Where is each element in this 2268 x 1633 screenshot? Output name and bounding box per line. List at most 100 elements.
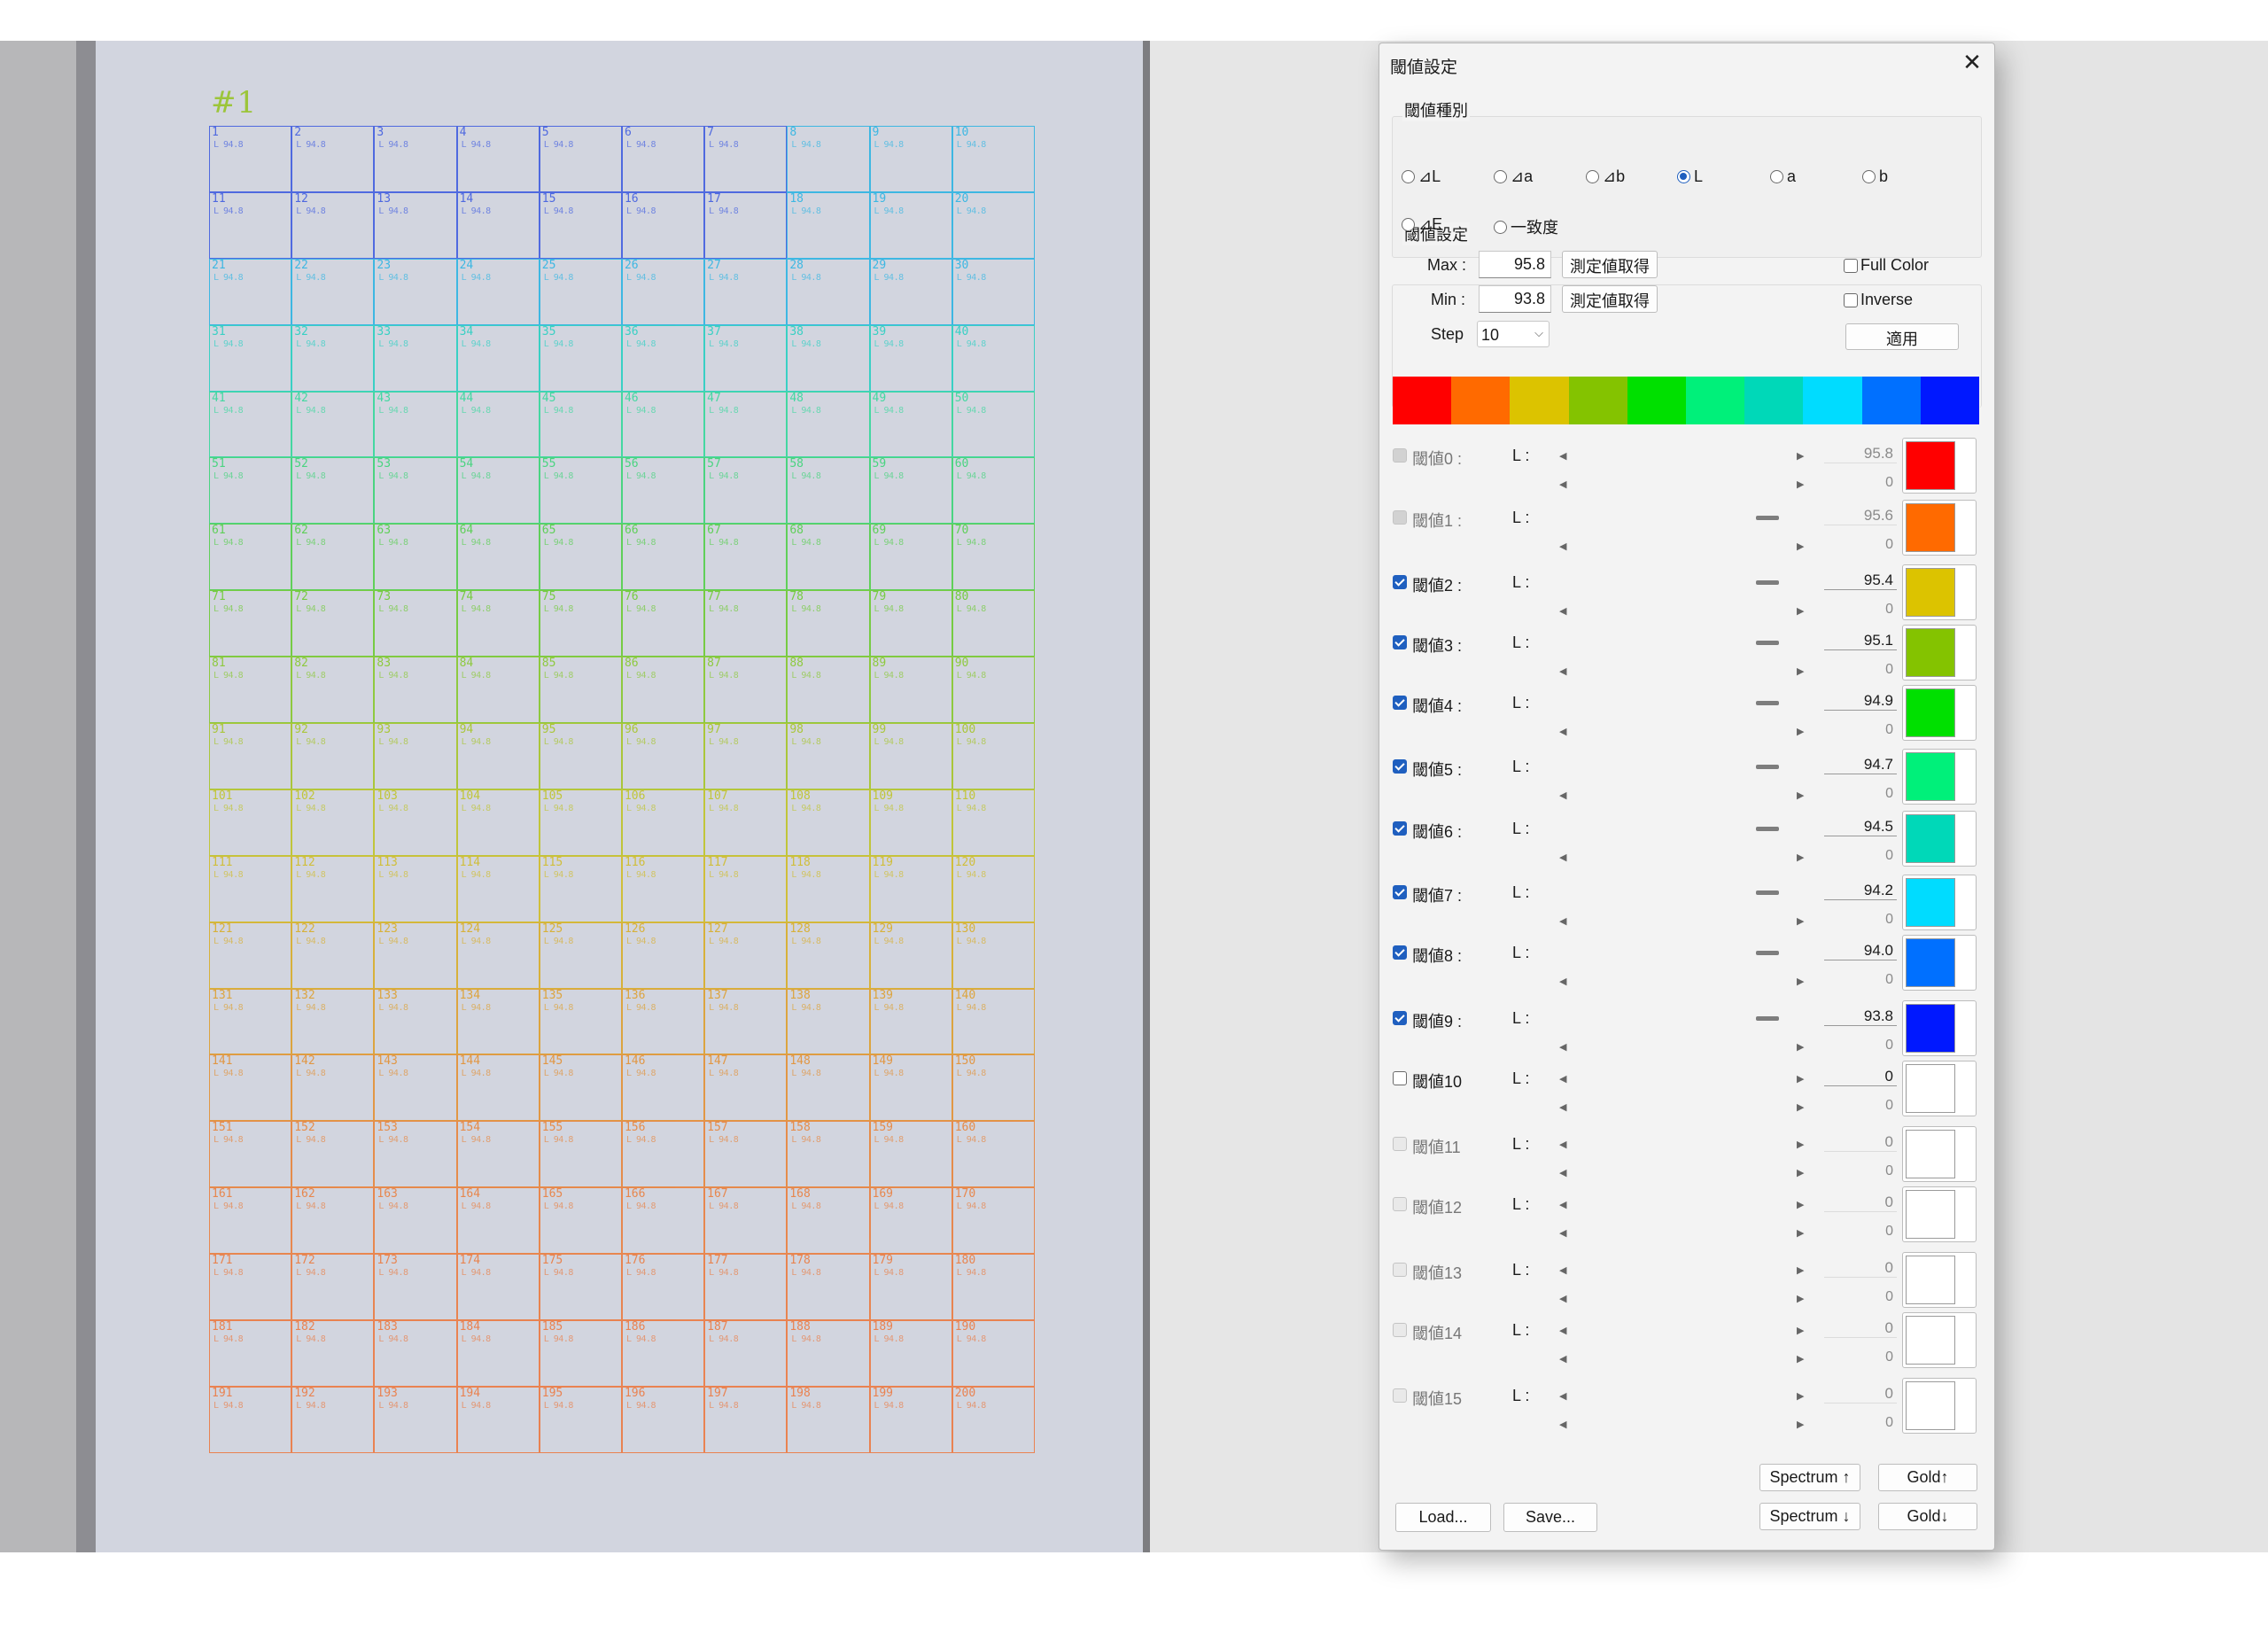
slider-thumb[interactable] <box>1756 827 1779 831</box>
slider-left-arrow-icon[interactable]: ◀ <box>1559 1390 1566 1402</box>
threshold-checkbox[interactable] <box>1393 1197 1407 1211</box>
slider-right-arrow-icon[interactable]: ▶ <box>1797 789 1804 801</box>
inverse-checkbox[interactable]: Inverse <box>1844 291 1913 309</box>
threshold-checkbox[interactable] <box>1393 759 1407 774</box>
threshold-value[interactable]: 94.9 <box>1824 692 1897 711</box>
threshold-value[interactable]: 0 <box>1824 1068 1897 1086</box>
slider-left-arrow-icon[interactable]: ◀ <box>1559 478 1566 490</box>
slider-right-arrow-icon[interactable]: ▶ <box>1797 1419 1804 1430</box>
load-button[interactable]: Load... <box>1395 1503 1491 1532</box>
slider-right-arrow-icon[interactable]: ▶ <box>1797 478 1804 490</box>
slider-left-arrow-icon[interactable]: ◀ <box>1559 1041 1566 1053</box>
threshold-value[interactable]: 95.4 <box>1824 572 1897 590</box>
threshold-checkbox[interactable] <box>1393 1137 1407 1151</box>
slider-thumb[interactable] <box>1756 765 1779 769</box>
threshold-value[interactable]: 95.8 <box>1824 445 1897 463</box>
threshold-checkbox[interactable] <box>1393 1071 1407 1085</box>
close-icon[interactable]: ✕ <box>1959 49 1985 75</box>
radio-type-6[interactable]: ⊿E <box>1402 215 1442 234</box>
slider-right-arrow-icon[interactable]: ▶ <box>1797 540 1804 552</box>
save-button[interactable]: Save... <box>1503 1503 1597 1532</box>
threshold-checkbox[interactable] <box>1393 945 1407 960</box>
max-field[interactable]: 95.8 <box>1479 251 1551 278</box>
slider-left-arrow-icon[interactable]: ◀ <box>1559 1227 1566 1239</box>
slider-right-arrow-icon[interactable]: ▶ <box>1797 665 1804 677</box>
slider-right-arrow-icon[interactable]: ▶ <box>1797 1139 1804 1150</box>
threshold-checkbox[interactable] <box>1393 1388 1407 1403</box>
slider-left-arrow-icon[interactable]: ◀ <box>1559 851 1566 863</box>
threshold-checkbox[interactable] <box>1393 1263 1407 1277</box>
threshold-checkbox[interactable] <box>1393 696 1407 710</box>
slider-left-arrow-icon[interactable]: ◀ <box>1559 976 1566 987</box>
radio-type-4[interactable]: a <box>1770 167 1796 186</box>
slider-right-arrow-icon[interactable]: ▶ <box>1797 1390 1804 1402</box>
min-field[interactable]: 93.8 <box>1479 285 1551 313</box>
slider-right-arrow-icon[interactable]: ▶ <box>1797 1041 1804 1053</box>
radio-type-0[interactable]: ⊿L <box>1402 167 1441 186</box>
step-select[interactable]: 10 ⌵ <box>1477 321 1550 347</box>
full-color-checkbox[interactable]: Full Color <box>1844 256 1929 275</box>
threshold-checkbox[interactable] <box>1393 1323 1407 1337</box>
slider-thumb[interactable] <box>1756 580 1779 585</box>
threshold-value[interactable]: 94.5 <box>1824 818 1897 836</box>
slider-right-arrow-icon[interactable]: ▶ <box>1797 1325 1804 1336</box>
radio-type-2[interactable]: ⊿b <box>1586 167 1625 186</box>
spectrum-down-button[interactable]: Spectrum ↓ <box>1759 1503 1860 1530</box>
slider-right-arrow-icon[interactable]: ▶ <box>1797 1353 1804 1365</box>
slider-left-arrow-icon[interactable]: ◀ <box>1559 605 1566 617</box>
slider-left-arrow-icon[interactable]: ◀ <box>1559 450 1566 462</box>
threshold-value[interactable]: 0 <box>1824 1259 1897 1278</box>
slider-right-arrow-icon[interactable]: ▶ <box>1797 1264 1804 1276</box>
threshold-value[interactable]: 94.2 <box>1824 882 1897 900</box>
threshold-value[interactable]: 94.0 <box>1824 942 1897 960</box>
radio-type-1[interactable]: ⊿a <box>1494 167 1533 186</box>
slider-thumb[interactable] <box>1756 890 1779 895</box>
slider-thumb[interactable] <box>1756 951 1779 955</box>
slider-right-arrow-icon[interactable]: ▶ <box>1797 976 1804 987</box>
threshold-checkbox[interactable] <box>1393 821 1407 836</box>
threshold-value[interactable]: 0 <box>1824 1194 1897 1212</box>
slider-thumb[interactable] <box>1756 641 1779 645</box>
threshold-checkbox[interactable] <box>1393 885 1407 899</box>
slider-right-arrow-icon[interactable]: ▶ <box>1797 1199 1804 1210</box>
slider-right-arrow-icon[interactable]: ▶ <box>1797 1293 1804 1304</box>
gold-down-button[interactable]: Gold↓ <box>1878 1503 1977 1530</box>
slider-left-arrow-icon[interactable]: ◀ <box>1559 540 1566 552</box>
threshold-checkbox[interactable] <box>1393 510 1407 525</box>
threshold-value[interactable]: 95.6 <box>1824 507 1897 525</box>
radio-type-7[interactable]: 一致度 <box>1494 215 1558 238</box>
spectrum-up-button[interactable]: Spectrum ↑ <box>1759 1464 1860 1491</box>
slider-right-arrow-icon[interactable]: ▶ <box>1797 1167 1804 1178</box>
slider-thumb[interactable] <box>1756 516 1779 520</box>
slider-left-arrow-icon[interactable]: ◀ <box>1559 789 1566 801</box>
threshold-checkbox[interactable] <box>1393 448 1407 463</box>
slider-left-arrow-icon[interactable]: ◀ <box>1559 1353 1566 1365</box>
slider-left-arrow-icon[interactable]: ◀ <box>1559 1139 1566 1150</box>
slider-left-arrow-icon[interactable]: ◀ <box>1559 726 1566 737</box>
slider-right-arrow-icon[interactable]: ▶ <box>1797 605 1804 617</box>
slider-thumb[interactable] <box>1756 701 1779 705</box>
slider-right-arrow-icon[interactable]: ▶ <box>1797 915 1804 927</box>
slider-right-arrow-icon[interactable]: ▶ <box>1797 1227 1804 1239</box>
threshold-value[interactable]: 95.1 <box>1824 632 1897 650</box>
threshold-value[interactable]: 0 <box>1824 1133 1897 1152</box>
threshold-value[interactable]: 94.7 <box>1824 756 1897 774</box>
slider-left-arrow-icon[interactable]: ◀ <box>1559 1325 1566 1336</box>
slider-left-arrow-icon[interactable]: ◀ <box>1559 1167 1566 1178</box>
slider-left-arrow-icon[interactable]: ◀ <box>1559 1073 1566 1085</box>
slider-left-arrow-icon[interactable]: ◀ <box>1559 915 1566 927</box>
radio-type-3[interactable]: L <box>1677 167 1703 186</box>
radio-type-5[interactable]: b <box>1862 167 1888 186</box>
slider-thumb[interactable] <box>1756 1016 1779 1021</box>
threshold-checkbox[interactable] <box>1393 1011 1407 1025</box>
slider-left-arrow-icon[interactable]: ◀ <box>1559 665 1566 677</box>
gold-up-button[interactable]: Gold↑ <box>1878 1464 1977 1491</box>
threshold-checkbox[interactable] <box>1393 575 1407 589</box>
threshold-value[interactable]: 0 <box>1824 1319 1897 1338</box>
apply-button[interactable]: 適用 <box>1845 323 1959 350</box>
slider-left-arrow-icon[interactable]: ◀ <box>1559 1101 1566 1113</box>
threshold-value[interactable]: 93.8 <box>1824 1007 1897 1026</box>
measure-min-button[interactable]: 測定値取得 <box>1562 285 1658 313</box>
slider-right-arrow-icon[interactable]: ▶ <box>1797 1073 1804 1085</box>
threshold-checkbox[interactable] <box>1393 635 1407 649</box>
